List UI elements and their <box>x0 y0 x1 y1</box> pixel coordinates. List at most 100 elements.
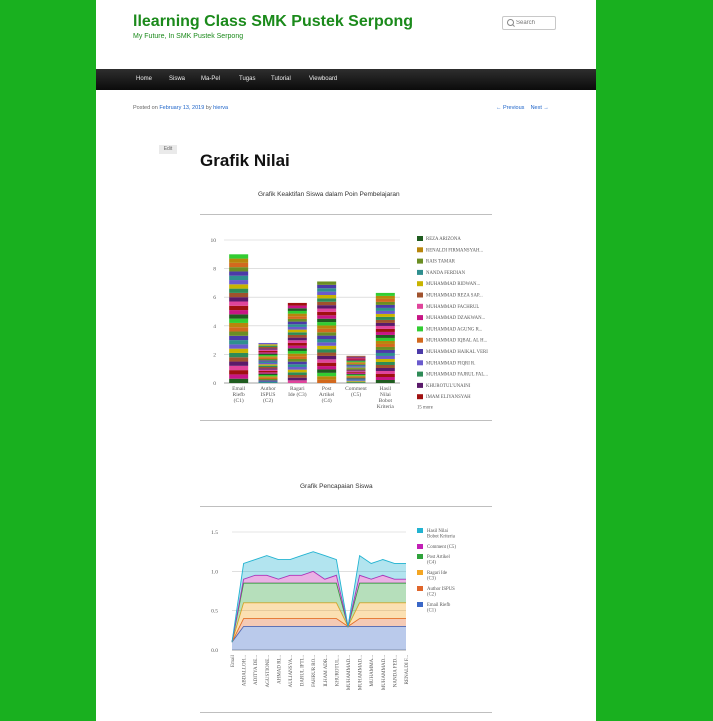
bar-segment <box>317 288 337 292</box>
x-category-label: Email Riefb (C1) <box>232 386 246 404</box>
y-tick-label: 2 <box>213 352 216 358</box>
legend-swatch <box>417 236 423 241</box>
bar-segment <box>287 310 307 314</box>
bar-segment <box>317 379 337 383</box>
bar-segment <box>346 361 366 363</box>
bar-segment <box>258 362 278 365</box>
bar-segment <box>375 334 395 338</box>
bar-segment <box>258 356 278 358</box>
achievement-stacked-area-chart: 0.0 0.5 1.0 1.5 Email ABDALLOH... ADITYA DE...… <box>211 528 456 690</box>
bar-segment <box>258 377 278 379</box>
x-tick-label: RENALDI F... <box>405 655 410 684</box>
bar-segment <box>375 295 395 299</box>
area-series-fill <box>232 626 406 650</box>
bar-segment <box>229 314 249 319</box>
bar-segment <box>258 361 278 363</box>
bar-segment <box>346 363 366 364</box>
legend-label: MUHAMMAD AGUNG R... <box>426 327 482 332</box>
legend-swatch <box>417 281 423 287</box>
x-tick-label: AULIANSYA... <box>289 655 294 687</box>
bar-segment <box>287 324 307 327</box>
x-tick-label: KHUROTUL... <box>335 655 340 686</box>
legend-swatch <box>417 544 423 549</box>
y-tick-label: 6 <box>213 295 216 301</box>
nav-item-siswa[interactable]: Siswa <box>169 76 185 82</box>
bar-segment <box>287 337 307 341</box>
bar-segment <box>375 307 395 311</box>
bar-segment <box>317 362 337 367</box>
site-title[interactable]: llearning Class SMK Pustek Serpong <box>133 13 413 31</box>
bar-segment <box>317 352 337 356</box>
bar-segment <box>375 319 395 323</box>
post-author-link[interactable]: hierva <box>213 105 228 111</box>
bar-segment <box>317 295 337 299</box>
x-category-label: Post Artikel (C4) <box>319 386 335 404</box>
bar-segment <box>375 358 395 362</box>
x-tick-label: MUHAMMA... <box>370 655 375 687</box>
page-title: Grafik Nilai <box>200 151 290 170</box>
nav-item-tugas[interactable]: Tugas <box>239 76 255 82</box>
bar-segment <box>346 370 366 372</box>
x-tick-label: AGUSTIONE... <box>266 655 271 687</box>
bar-segment <box>317 369 337 373</box>
post-date-link[interactable]: February 13, 2019 <box>159 105 204 111</box>
bar-segment <box>375 376 395 380</box>
bar-segment <box>229 280 249 285</box>
y-tick-label: 8 <box>213 267 216 273</box>
bar-segment <box>229 344 249 349</box>
next-post-link[interactable]: Next → <box>531 105 549 111</box>
y-tick-label: 10 <box>211 238 217 244</box>
bar-segment <box>346 369 366 371</box>
x-category-label: Ragari Ide (C3) <box>288 386 307 398</box>
nav-item-home[interactable]: Home <box>136 76 152 82</box>
bar-segment <box>258 350 278 353</box>
bar-segment <box>346 359 366 361</box>
legend-swatch <box>417 382 423 388</box>
bar-segment <box>258 344 278 346</box>
bar-segment <box>258 368 278 370</box>
bar-segment <box>346 366 366 368</box>
bar-segment <box>317 284 337 289</box>
bar-segment <box>287 348 307 351</box>
legend-swatch <box>417 586 423 591</box>
nav-item-viewboard[interactable]: Viewboard <box>309 76 337 82</box>
bar-segment <box>346 355 366 357</box>
bar-segment <box>229 357 249 362</box>
bar-segment <box>287 326 307 330</box>
x-tick-label: MUHAMMAD... <box>347 655 352 690</box>
edit-button[interactable]: Edit <box>159 145 177 154</box>
bar-segment <box>317 349 337 353</box>
legend-swatch <box>417 315 423 321</box>
bar-segment <box>229 335 249 341</box>
legend-swatch <box>417 371 423 377</box>
legend-label: MUHAMMAD DZAKWAN... <box>426 316 485 321</box>
bar-segment <box>229 288 249 293</box>
bar-segment <box>346 363 366 365</box>
nav-item-tutorial[interactable]: Tutorial <box>271 76 291 82</box>
search-input[interactable] <box>516 18 554 28</box>
bar-segment <box>229 262 249 268</box>
bar-segment <box>346 372 366 374</box>
bar-segment <box>375 292 395 296</box>
bar-segment <box>258 372 278 374</box>
bar-segment <box>375 352 395 356</box>
bar-segment <box>375 331 395 335</box>
legend-swatch <box>417 360 423 366</box>
bar-segment <box>229 331 249 336</box>
previous-post-link[interactable]: ← Previous <box>496 105 524 111</box>
bar-segment <box>317 318 337 323</box>
legend-swatch <box>417 292 423 298</box>
y-tick-label: 0 <box>213 381 216 387</box>
legend-label: Author ISPUS (C2) <box>427 587 455 598</box>
search-box[interactable] <box>502 16 556 30</box>
y-tick-label: 1.5 <box>211 530 218 536</box>
nav-item-ma-pel[interactable]: Ma-Pel <box>201 76 220 82</box>
bar-segment <box>287 380 307 383</box>
bar-segment <box>229 370 249 375</box>
bar-segment <box>346 365 366 367</box>
legend-label: REZA ARIZONA <box>426 237 461 242</box>
legend-label: RENALDI FIRMANSYAH... <box>426 248 483 253</box>
bar-segment <box>346 360 366 362</box>
site-tagline: My Future, In SMK Pustek Serpong <box>133 33 244 40</box>
bar-segment <box>375 298 395 302</box>
